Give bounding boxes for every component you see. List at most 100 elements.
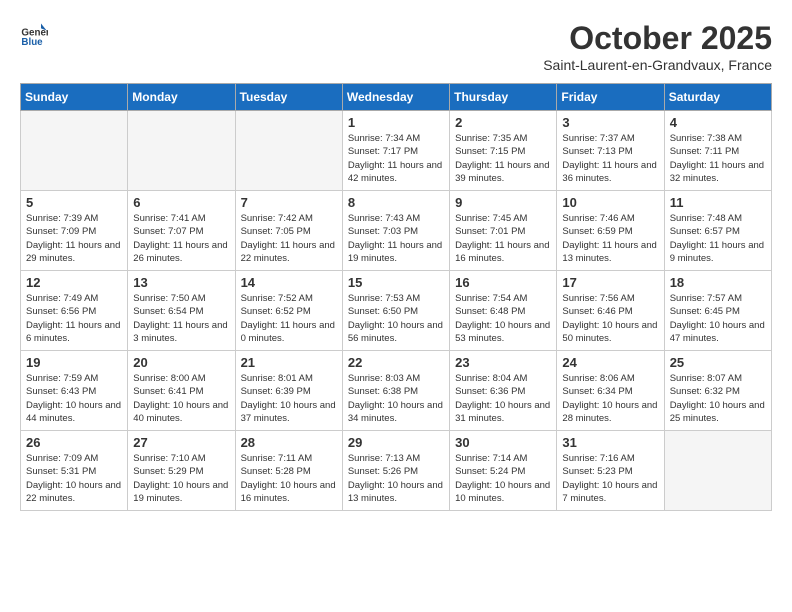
day-info: Sunrise: 7:37 AMSunset: 7:13 PMDaylight:… (562, 132, 658, 185)
calendar-week-row: 1Sunrise: 7:34 AMSunset: 7:17 PMDaylight… (21, 111, 772, 191)
day-info: Sunrise: 7:46 AMSunset: 6:59 PMDaylight:… (562, 212, 658, 265)
calendar-cell: 17 Sunrise: 7:56 AMSunset: 6:46 PMDayligh… (557, 271, 664, 351)
calendar-cell: 23 Sunrise: 8:04 AMSunset: 6:36 PMDayligh… (450, 351, 557, 431)
weekday-header-row: SundayMondayTuesdayWednesdayThursdayFrid… (21, 84, 772, 111)
calendar-week-row: 26 Sunrise: 7:09 AMSunset: 5:31 PMDayligh… (21, 431, 772, 511)
location: Saint-Laurent-en-Grandvaux, France (543, 57, 772, 73)
calendar-cell: 31 Sunrise: 7:16 AMSunset: 5:23 PMDayligh… (557, 431, 664, 511)
calendar-cell (235, 111, 342, 191)
day-number: 9 (455, 195, 551, 210)
day-number: 30 (455, 435, 551, 450)
day-info: Sunrise: 7:39 AMSunset: 7:09 PMDaylight:… (26, 212, 122, 265)
day-number: 18 (670, 275, 766, 290)
calendar-table: SundayMondayTuesdayWednesdayThursdayFrid… (20, 83, 772, 511)
day-number: 14 (241, 275, 337, 290)
day-number: 27 (133, 435, 229, 450)
calendar-cell: 27 Sunrise: 7:10 AMSunset: 5:29 PMDayligh… (128, 431, 235, 511)
calendar-cell: 5 Sunrise: 7:39 AMSunset: 7:09 PMDaylight… (21, 191, 128, 271)
day-info: Sunrise: 7:45 AMSunset: 7:01 PMDaylight:… (455, 212, 551, 265)
day-number: 15 (348, 275, 444, 290)
calendar-cell: 9 Sunrise: 7:45 AMSunset: 7:01 PMDaylight… (450, 191, 557, 271)
calendar-week-row: 5 Sunrise: 7:39 AMSunset: 7:09 PMDaylight… (21, 191, 772, 271)
day-number: 2 (455, 115, 551, 130)
calendar-cell: 13Sunrise: 7:50 AMSunset: 6:54 PMDayligh… (128, 271, 235, 351)
calendar-week-row: 12Sunrise: 7:49 AMSunset: 6:56 PMDayligh… (21, 271, 772, 351)
calendar-cell: 14 Sunrise: 7:52 AMSunset: 6:52 PMDayligh… (235, 271, 342, 351)
calendar-cell: 3 Sunrise: 7:37 AMSunset: 7:13 PMDaylight… (557, 111, 664, 191)
day-number: 24 (562, 355, 658, 370)
weekday-header: Sunday (21, 84, 128, 111)
title-block: October 2025 Saint-Laurent-en-Grandvaux,… (543, 20, 772, 73)
day-info: Sunrise: 7:10 AMSunset: 5:29 PMDaylight:… (133, 452, 229, 505)
calendar-cell: 2 Sunrise: 7:35 AMSunset: 7:15 PMDaylight… (450, 111, 557, 191)
day-number: 28 (241, 435, 337, 450)
logo: General Blue (20, 20, 48, 48)
day-info: Sunrise: 7:52 AMSunset: 6:52 PMDaylight:… (241, 292, 337, 345)
day-number: 11 (670, 195, 766, 210)
calendar-cell: 22 Sunrise: 8:03 AMSunset: 6:38 PMDayligh… (342, 351, 449, 431)
day-info: Sunrise: 7:35 AMSunset: 7:15 PMDaylight:… (455, 132, 551, 185)
calendar-cell: 19Sunrise: 7:59 AMSunset: 6:43 PMDayligh… (21, 351, 128, 431)
day-info: Sunrise: 8:04 AMSunset: 6:36 PMDaylight:… (455, 372, 551, 425)
calendar-cell: 4 Sunrise: 7:38 AMSunset: 7:11 PMDaylight… (664, 111, 771, 191)
weekday-header: Friday (557, 84, 664, 111)
day-info: Sunrise: 7:50 AMSunset: 6:54 PMDaylight:… (133, 292, 229, 345)
calendar-cell: 15 Sunrise: 7:53 AMSunset: 6:50 PMDayligh… (342, 271, 449, 351)
day-info: Sunrise: 8:03 AMSunset: 6:38 PMDaylight:… (348, 372, 444, 425)
day-info: Sunrise: 7:38 AMSunset: 7:11 PMDaylight:… (670, 132, 766, 185)
calendar-cell: 10Sunrise: 7:46 AMSunset: 6:59 PMDayligh… (557, 191, 664, 271)
day-info: Sunrise: 7:43 AMSunset: 7:03 PMDaylight:… (348, 212, 444, 265)
day-number: 4 (670, 115, 766, 130)
day-number: 19 (26, 355, 122, 370)
calendar-cell: 8 Sunrise: 7:43 AMSunset: 7:03 PMDaylight… (342, 191, 449, 271)
calendar-cell (664, 431, 771, 511)
day-number: 6 (133, 195, 229, 210)
weekday-header: Monday (128, 84, 235, 111)
day-info: Sunrise: 7:57 AMSunset: 6:45 PMDaylight:… (670, 292, 766, 345)
page-header: General Blue October 2025 Saint-Laurent-… (20, 20, 772, 73)
weekday-header: Saturday (664, 84, 771, 111)
calendar-cell (128, 111, 235, 191)
calendar-cell: 20Sunrise: 8:00 AMSunset: 6:41 PMDayligh… (128, 351, 235, 431)
day-number: 1 (348, 115, 444, 130)
calendar-cell: 26 Sunrise: 7:09 AMSunset: 5:31 PMDayligh… (21, 431, 128, 511)
day-info: Sunrise: 7:48 AMSunset: 6:57 PMDaylight:… (670, 212, 766, 265)
day-number: 25 (670, 355, 766, 370)
calendar-cell: 6 Sunrise: 7:41 AMSunset: 7:07 PMDaylight… (128, 191, 235, 271)
day-info: Sunrise: 7:11 AMSunset: 5:28 PMDaylight:… (241, 452, 337, 505)
calendar-cell: 29Sunrise: 7:13 AMSunset: 5:26 PMDayligh… (342, 431, 449, 511)
day-info: Sunrise: 7:09 AMSunset: 5:31 PMDaylight:… (26, 452, 122, 505)
calendar-week-row: 19Sunrise: 7:59 AMSunset: 6:43 PMDayligh… (21, 351, 772, 431)
day-info: Sunrise: 8:01 AMSunset: 6:39 PMDaylight:… (241, 372, 337, 425)
calendar-cell: 24 Sunrise: 8:06 AMSunset: 6:34 PMDayligh… (557, 351, 664, 431)
day-number: 23 (455, 355, 551, 370)
day-info: Sunrise: 7:54 AMSunset: 6:48 PMDaylight:… (455, 292, 551, 345)
calendar-cell: 30Sunrise: 7:14 AMSunset: 5:24 PMDayligh… (450, 431, 557, 511)
calendar-cell: 21 Sunrise: 8:01 AMSunset: 6:39 PMDayligh… (235, 351, 342, 431)
day-number: 17 (562, 275, 658, 290)
month-title: October 2025 (543, 20, 772, 57)
calendar-cell (21, 111, 128, 191)
logo-icon: General Blue (20, 20, 48, 48)
calendar-cell: 7Sunrise: 7:42 AMSunset: 7:05 PMDaylight… (235, 191, 342, 271)
day-info: Sunrise: 8:07 AMSunset: 6:32 PMDaylight:… (670, 372, 766, 425)
day-info: Sunrise: 7:41 AMSunset: 7:07 PMDaylight:… (133, 212, 229, 265)
day-number: 3 (562, 115, 658, 130)
day-info: Sunrise: 8:06 AMSunset: 6:34 PMDaylight:… (562, 372, 658, 425)
day-info: Sunrise: 8:00 AMSunset: 6:41 PMDaylight:… (133, 372, 229, 425)
day-number: 8 (348, 195, 444, 210)
calendar-cell: 18 Sunrise: 7:57 AMSunset: 6:45 PMDayligh… (664, 271, 771, 351)
weekday-header: Thursday (450, 84, 557, 111)
day-number: 31 (562, 435, 658, 450)
svg-text:Blue: Blue (21, 37, 43, 48)
day-number: 26 (26, 435, 122, 450)
day-number: 21 (241, 355, 337, 370)
day-number: 5 (26, 195, 122, 210)
weekday-header: Wednesday (342, 84, 449, 111)
day-info: Sunrise: 7:16 AMSunset: 5:23 PMDaylight:… (562, 452, 658, 505)
day-info: Sunrise: 7:56 AMSunset: 6:46 PMDaylight:… (562, 292, 658, 345)
calendar-cell: 11 Sunrise: 7:48 AMSunset: 6:57 PMDayligh… (664, 191, 771, 271)
day-number: 22 (348, 355, 444, 370)
day-info: Sunrise: 7:53 AMSunset: 6:50 PMDaylight:… (348, 292, 444, 345)
calendar-cell: 28 Sunrise: 7:11 AMSunset: 5:28 PMDayligh… (235, 431, 342, 511)
